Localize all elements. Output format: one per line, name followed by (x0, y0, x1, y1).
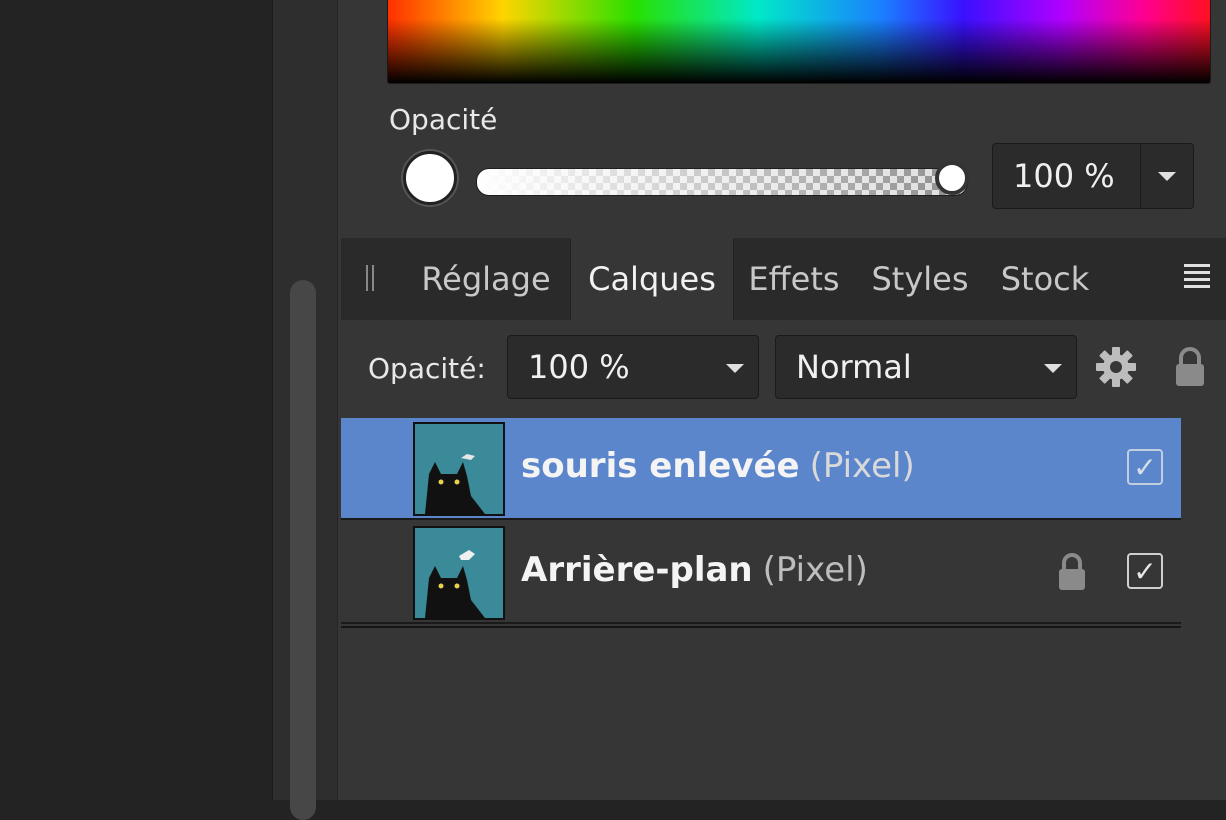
layer-opacity-value: 100 % (528, 348, 630, 386)
layer-thumbnail (413, 526, 505, 620)
canvas-area (0, 0, 272, 800)
tab-styles[interactable]: Styles (857, 238, 983, 320)
chevron-down-icon (1044, 364, 1062, 373)
chevron-down-icon (726, 364, 744, 373)
opacity-value-text: 100 % (1013, 157, 1115, 195)
layer-name: Arrière-plan (521, 550, 753, 590)
layer-thumbnail (413, 422, 505, 516)
vertical-scrollbar[interactable] (290, 280, 316, 820)
layer-lock-icon[interactable] (1057, 552, 1087, 592)
checkmark-icon: ✓ (1133, 554, 1157, 588)
layer-row-souris-enlevee[interactable]: souris enlevée (Pixel) ✓ (341, 418, 1181, 520)
tab-effets[interactable]: Effets (733, 238, 855, 320)
cat-thumbnail-icon (415, 424, 503, 514)
layer-opacity-label: Opacité: (368, 352, 486, 385)
color-opacity-label: Opacité (389, 103, 498, 136)
layer-row-arriere-plan[interactable]: Arrière-plan (Pixel) ✓ (341, 522, 1181, 624)
layer-name: souris enlevée (521, 446, 800, 486)
layer-type: (Pixel) (762, 550, 868, 590)
lock-icon[interactable] (1174, 346, 1206, 388)
layer-opacity-dropdown[interactable]: 100 % (507, 335, 759, 399)
checkmark-icon: ✓ (1133, 450, 1157, 484)
chevron-down-icon (1158, 171, 1177, 181)
blend-mode-value: Normal (796, 348, 912, 386)
layer-label: souris enlevée (Pixel) (521, 446, 915, 486)
tab-stock[interactable]: Stock (985, 238, 1105, 320)
layers-divider (341, 626, 1181, 628)
opacity-slider-track[interactable] (476, 168, 968, 196)
gear-icon[interactable] (1095, 346, 1137, 388)
panel-grip-handle[interactable] (366, 265, 378, 291)
color-spectrum[interactable] (387, 0, 1211, 84)
layer-visibility-checkbox[interactable]: ✓ (1127, 553, 1163, 589)
tab-reglage[interactable]: Réglage (402, 238, 570, 320)
opacity-value-field[interactable]: 100 % (992, 143, 1194, 209)
tab-calques[interactable]: Calques (570, 238, 734, 320)
layer-type: (Pixel) (809, 446, 915, 486)
layer-label: Arrière-plan (Pixel) (521, 550, 868, 590)
panel-menu-icon[interactable] (1184, 264, 1214, 290)
cat-thumbnail-icon (415, 528, 503, 618)
opacity-dropdown-button[interactable] (1140, 144, 1193, 208)
opacity-slider-knob[interactable] (935, 161, 969, 195)
current-color-swatch[interactable] (403, 151, 457, 205)
blend-mode-dropdown[interactable]: Normal (775, 335, 1077, 399)
layer-visibility-checkbox[interactable]: ✓ (1127, 449, 1163, 485)
